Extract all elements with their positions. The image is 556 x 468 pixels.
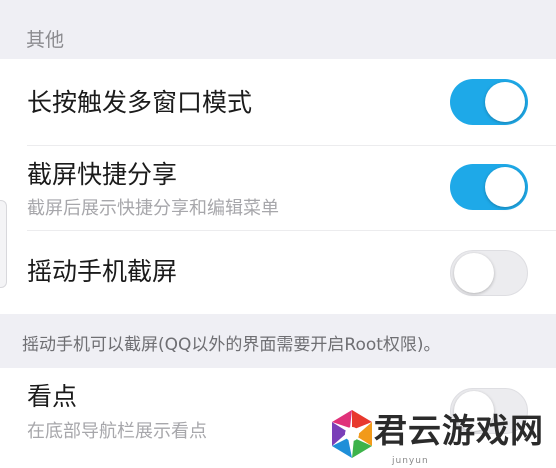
setting-subtitle: 截屏后展示快捷分享和编辑菜单 [27, 198, 279, 219]
watermark-subtext: junyun [392, 456, 429, 466]
setting-title: 摇动手机截屏 [27, 257, 178, 286]
setting-title: 看点 [27, 382, 78, 411]
toggle-knob [454, 253, 494, 293]
toggle-knob [485, 82, 525, 122]
watermark-logo: 君云游戏网 junyun [326, 404, 556, 468]
setting-row-long-press[interactable]: 长按触发多窗口模式 [0, 59, 556, 145]
long-press-toggle[interactable] [450, 79, 528, 125]
section-header-label: 其他 [26, 29, 65, 51]
setting-title: 截屏快捷分享 [27, 160, 178, 189]
shake-screenshot-note: 摇动手机可以截屏(QQ以外的界面需要开启Root权限)。 [22, 335, 441, 355]
shake-screenshot-toggle[interactable] [450, 250, 528, 296]
setting-row-shake-screenshot[interactable]: 摇动手机截屏 [0, 231, 556, 314]
edge-handle[interactable] [0, 200, 7, 288]
screenshot-share-toggle[interactable] [450, 164, 528, 210]
setting-row-screenshot-share[interactable]: 截屏快捷分享 截屏后展示快捷分享和编辑菜单 [0, 146, 556, 230]
watermark-emblem-icon [332, 410, 372, 458]
toggle-knob [485, 167, 525, 207]
watermark-text: 君云游戏网 [374, 411, 544, 450]
setting-title: 长按触发多窗口模式 [27, 88, 253, 117]
settings-card-main: 长按触发多窗口模式 截屏快捷分享 截屏后展示快捷分享和编辑菜单 摇动手机截屏 [0, 59, 556, 314]
settings-page: 其他 长按触发多窗口模式 截屏快捷分享 截屏后展示快捷分享和编辑菜单 摇动手机截… [0, 0, 556, 468]
setting-subtitle: 在底部导航栏展示看点 [27, 421, 207, 442]
